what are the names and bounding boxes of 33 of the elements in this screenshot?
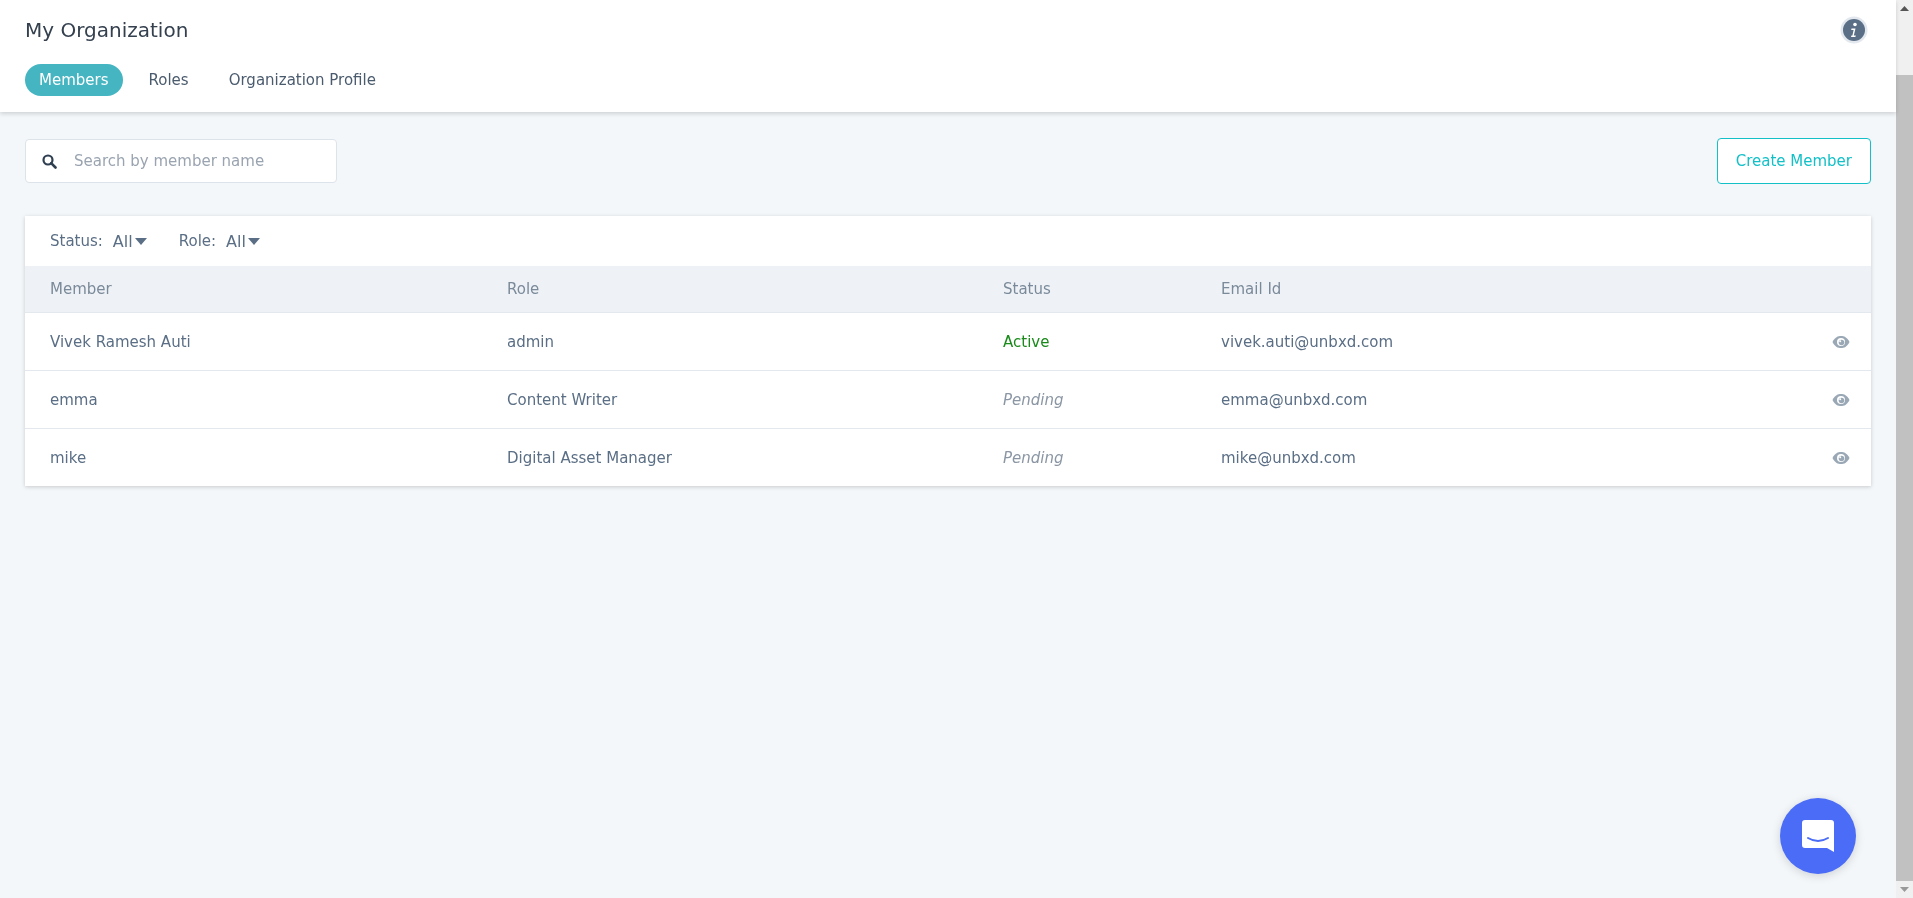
caret-icon xyxy=(134,237,147,245)
table-cell: emma xyxy=(50,390,98,409)
filter-label: Role: xyxy=(178,232,217,250)
filter-dropdown[interactable]: All xyxy=(112,231,147,251)
info-icon[interactable] xyxy=(1840,16,1868,44)
scrollbar[interactable] xyxy=(1896,0,1913,898)
tab[interactable]: Organization Profile xyxy=(214,64,390,96)
eye-icon[interactable] xyxy=(1832,392,1850,407)
status-text: Pending xyxy=(1003,448,1064,467)
tab[interactable]: Roles xyxy=(134,64,203,96)
table-cell: mike@unbxd.com xyxy=(1221,448,1356,467)
status-text: Pending xyxy=(1003,390,1064,409)
page-title: My Organization xyxy=(25,18,189,42)
table-cell: Content Writer xyxy=(507,390,618,409)
table-cell: admin xyxy=(507,332,554,351)
table-cell: emma@unbxd.com xyxy=(1221,390,1368,409)
eye-icon[interactable] xyxy=(1832,334,1850,349)
column-header: Role xyxy=(507,280,540,298)
caret-icon xyxy=(247,237,260,245)
status-text: Active xyxy=(1003,332,1050,351)
column-header: Status xyxy=(1003,280,1051,298)
eye-icon[interactable] xyxy=(1832,450,1850,465)
column-header: Member xyxy=(50,280,112,298)
table-cell: Vivek Ramesh Auti xyxy=(50,332,191,351)
search-field[interactable]: Search by member name xyxy=(25,139,337,183)
column-header: Email Id xyxy=(1221,280,1282,298)
table-cell: vivek.auti@unbxd.com xyxy=(1221,332,1394,351)
filter-dropdown[interactable]: All xyxy=(226,231,260,251)
chat-launcher-button[interactable] xyxy=(1780,798,1856,874)
table-cell: Digital Asset Manager xyxy=(507,448,672,467)
chat-bubble-icon xyxy=(1801,819,1835,853)
table-cell: mike xyxy=(50,448,87,467)
filter-label: Status: xyxy=(50,232,103,250)
